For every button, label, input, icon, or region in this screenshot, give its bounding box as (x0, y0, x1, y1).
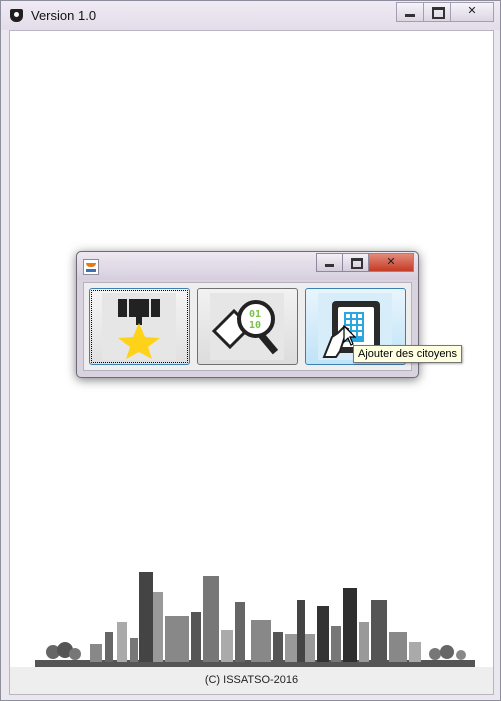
close-icon: ✕ (467, 4, 477, 17)
medal-star-icon (102, 293, 176, 360)
close-icon: ✕ (386, 255, 396, 268)
shield-icon (10, 9, 23, 22)
svg-text:01: 01 (249, 309, 261, 320)
internal-frame-title-bar[interactable]: ✕ (77, 252, 418, 280)
java-cup-icon (83, 259, 99, 275)
window-controls: ✕ (396, 2, 494, 22)
svg-text:10: 10 (249, 320, 261, 331)
internal-frame-controls: ✕ (316, 253, 414, 272)
tooltip: Ajouter des citoyens (353, 345, 463, 363)
mouse-cursor-icon (343, 325, 357, 346)
copyright-text: (C) ISSATSO-2016 (204, 674, 299, 686)
window-title: Version 1.0 (31, 8, 97, 23)
minimize-button[interactable] (396, 2, 424, 22)
maximize-button[interactable] (424, 2, 451, 22)
internal-close-button[interactable]: ✕ (369, 253, 414, 272)
close-button[interactable]: ✕ (451, 2, 494, 22)
internal-minimize-button[interactable] (316, 253, 343, 272)
search-button[interactable]: 01 10 (197, 288, 298, 365)
medal-button[interactable] (89, 288, 190, 365)
footer-bar: (C) ISSATSO-2016 (10, 667, 493, 694)
title-bar[interactable]: Version 1.0 ✕ (1, 1, 500, 30)
binary-magnifier-icon: 01 10 (210, 293, 284, 360)
city-skyline-image (35, 572, 475, 667)
internal-maximize-button[interactable] (343, 253, 369, 272)
